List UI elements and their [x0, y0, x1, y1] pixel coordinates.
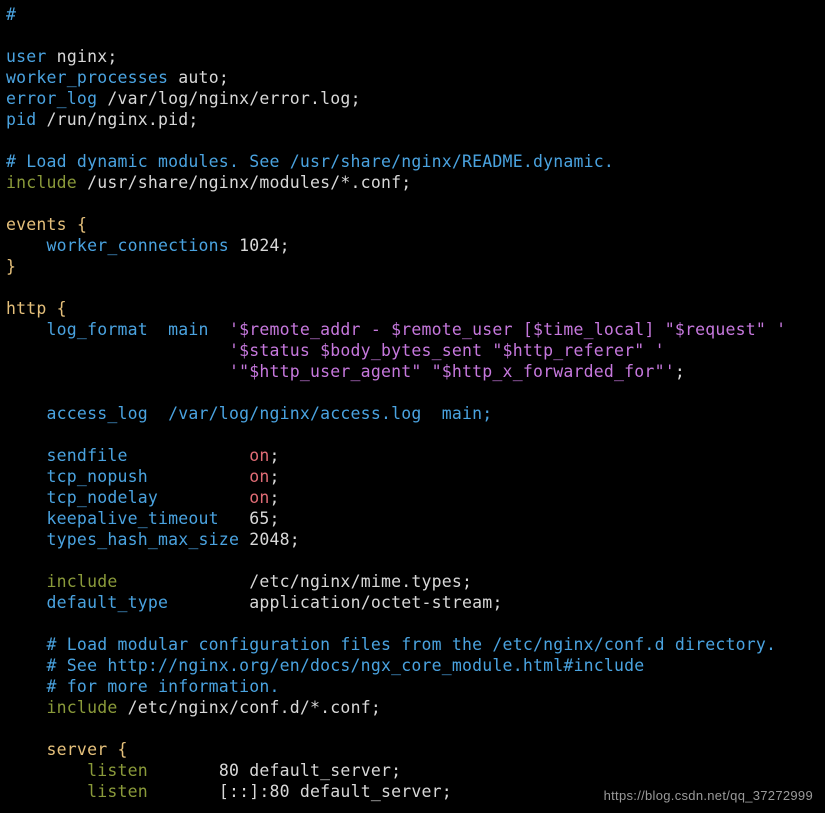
semicolon: ; [675, 362, 685, 381]
semicolon: ; [290, 530, 300, 549]
directive-default-type: default_type [6, 593, 239, 612]
value: /var/log/nginx/error.log; [97, 89, 360, 108]
directive-tcp-nopush: tcp_nopush [6, 467, 239, 486]
block-http: http [6, 299, 47, 318]
value: default_server; [290, 782, 452, 801]
value: default_server; [239, 761, 401, 780]
directive-worker-processes: worker_processes [6, 68, 168, 87]
directive-sendfile: sendfile [6, 446, 239, 465]
block-events: events [6, 215, 67, 234]
directive-keepalive-timeout: keepalive_timeout [6, 509, 239, 528]
directive-access-log: access_log /var/log/nginx/access.log mai… [6, 404, 492, 423]
directive-user: user [6, 47, 47, 66]
value-on: on [239, 446, 269, 465]
directive-worker-connections: worker_connections [6, 236, 229, 255]
directive-include: include [6, 572, 239, 591]
directive-include: include [6, 173, 77, 192]
directive-tcp-nodelay: tcp_nodelay [6, 488, 239, 507]
comment: # for more information. [6, 677, 280, 696]
directive-include: include [6, 698, 117, 717]
directive-error-log: error_log [6, 89, 97, 108]
string: '$status $body_bytes_sent "$http_referer… [6, 341, 665, 360]
value: auto; [168, 68, 229, 87]
code-editor[interactable]: # user nginx; worker_processes auto; err… [0, 0, 825, 802]
semicolon: ; [270, 509, 280, 528]
number: 2048 [239, 530, 290, 549]
directive-pid: pid [6, 110, 36, 129]
semicolon: ; [280, 236, 290, 255]
directive-listen: listen [6, 761, 209, 780]
value: /etc/nginx/conf.d/*.conf; [117, 698, 380, 717]
number: 65 [239, 509, 269, 528]
watermark: https://blog.csdn.net/qq_37272999 [604, 788, 813, 803]
value: application/octet-stream; [239, 593, 502, 612]
string: '$remote_addr - $remote_user [$time_loca… [229, 320, 786, 339]
directive-types-hash-max-size: types_hash_max_size [6, 530, 239, 549]
brace: } [6, 257, 16, 276]
semicolon: ; [270, 446, 280, 465]
number: 1024 [229, 236, 280, 255]
value: nginx; [47, 47, 118, 66]
brace: { [67, 215, 87, 234]
string: '"$http_user_agent" "$http_x_forwarded_f… [6, 362, 675, 381]
comment: # See http://nginx.org/en/docs/ngx_core_… [6, 656, 644, 675]
semicolon: ; [270, 488, 280, 507]
value-on: on [239, 467, 269, 486]
comment: # Load modular configuration files from … [6, 635, 776, 654]
value-on: on [239, 488, 269, 507]
brace: { [107, 740, 127, 759]
value: /run/nginx.pid; [36, 110, 198, 129]
port: 80 [209, 761, 239, 780]
value: /etc/nginx/mime.types; [239, 572, 472, 591]
port: [::]:80 [209, 782, 290, 801]
directive-log-format: log_format main [6, 320, 229, 339]
directive-listen: listen [6, 782, 209, 801]
block-server: server [6, 740, 107, 759]
brace: { [47, 299, 67, 318]
value: /usr/share/nginx/modules/*.conf; [77, 173, 411, 192]
comment: # Load dynamic modules. See /usr/share/n… [6, 152, 614, 171]
code-line: # [6, 5, 796, 24]
semicolon: ; [270, 467, 280, 486]
